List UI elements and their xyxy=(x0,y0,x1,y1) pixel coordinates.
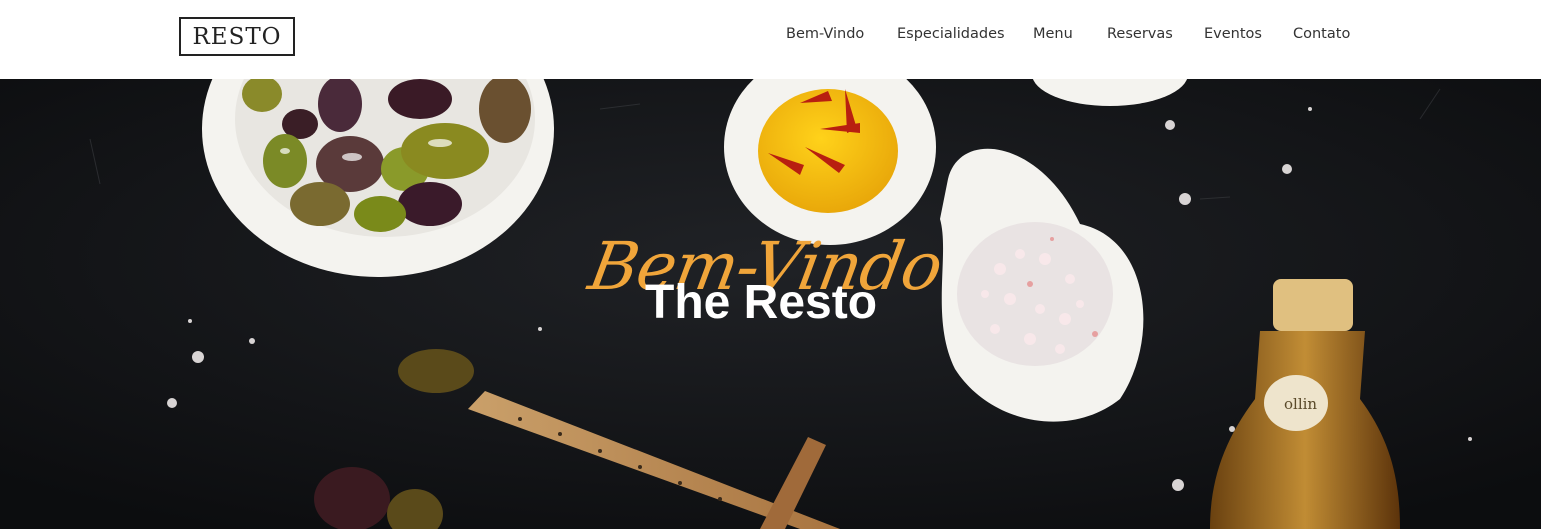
main-nav: Bem-Vindo Especialidades Menu Reservas E… xyxy=(0,26,1541,48)
nav-link-reservas[interactable]: Reservas xyxy=(1107,26,1173,42)
nav-link-eventos[interactable]: Eventos xyxy=(1204,26,1262,42)
nav-link-especialidades[interactable]: Especialidades xyxy=(897,26,1005,42)
nav-link-menu[interactable]: Menu xyxy=(1033,26,1073,42)
navbar: RESTO Bem-Vindo Especialidades Menu Rese… xyxy=(0,0,1541,79)
nav-link-bem-vindo[interactable]: Bem-Vindo xyxy=(786,26,864,42)
bottle-label: ollin xyxy=(1284,395,1317,413)
hero-section: ollin Bem-Vindo The Resto xyxy=(0,79,1541,529)
nav-link-contato[interactable]: Contato xyxy=(1293,26,1350,42)
hero-title: The Resto xyxy=(645,276,878,329)
